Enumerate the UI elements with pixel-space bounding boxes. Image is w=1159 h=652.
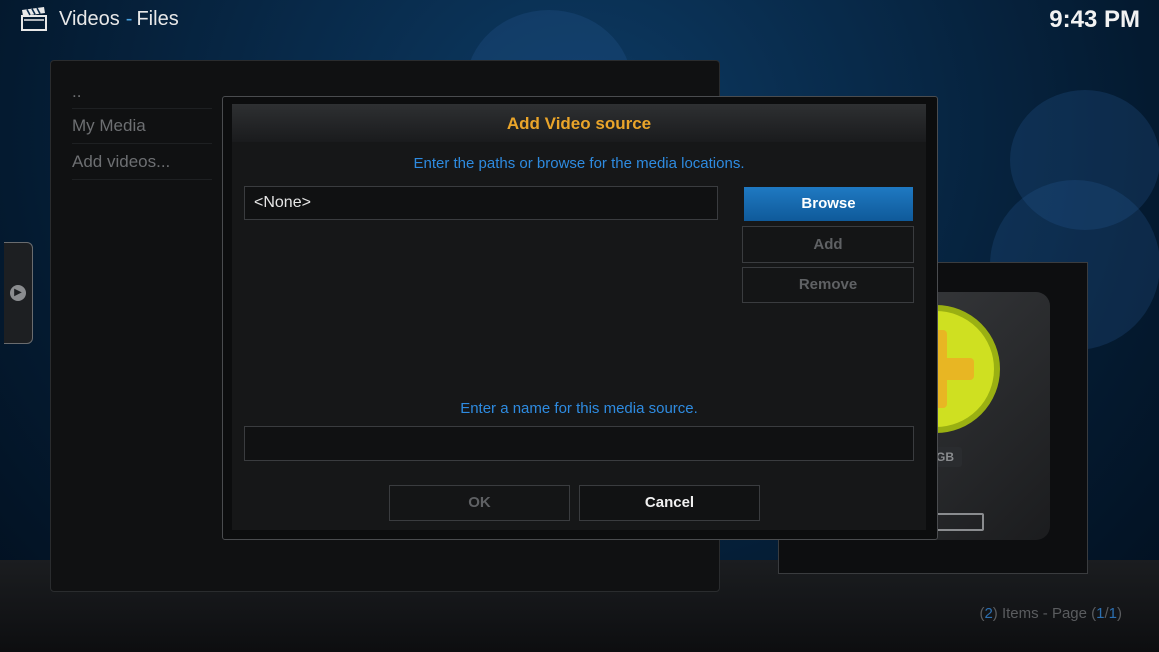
chevron-right-icon: ▶ bbox=[10, 285, 26, 301]
clapperboard-icon bbox=[21, 7, 47, 31]
ok-button[interactable]: OK bbox=[389, 485, 570, 521]
side-menu-tab[interactable]: ▶ bbox=[4, 242, 33, 344]
list-item-my-media[interactable]: My Media bbox=[72, 109, 212, 144]
items-page-info: (2) Items - Page (1/1) bbox=[979, 605, 1122, 622]
page-total: 1 bbox=[1108, 605, 1117, 622]
dialog-title: Add Video source bbox=[506, 114, 652, 133]
page-title: Videos - Files bbox=[59, 8, 179, 31]
list-item-parent[interactable]: .. bbox=[72, 74, 212, 109]
list-item-add-videos[interactable]: Add videos... bbox=[72, 145, 212, 180]
title-text: Videos bbox=[59, 8, 120, 30]
clock: 9:43 PM bbox=[1049, 6, 1140, 33]
browse-button[interactable]: Browse bbox=[744, 187, 913, 221]
add-button[interactable]: Add bbox=[742, 226, 914, 263]
source-name-input[interactable] bbox=[244, 426, 914, 461]
subtitle-text: Files bbox=[136, 8, 179, 30]
title-separator: - bbox=[125, 8, 133, 30]
remove-button[interactable]: Remove bbox=[742, 267, 914, 303]
path-instruction: Enter the paths or browse for the media … bbox=[413, 155, 745, 172]
name-instruction: Enter a name for this media source. bbox=[460, 400, 698, 417]
items-info-text: ) bbox=[1117, 605, 1122, 622]
source-path-field[interactable]: <None> bbox=[244, 186, 718, 220]
cancel-button[interactable]: Cancel bbox=[579, 485, 760, 521]
items-info-text: ) Items - Page ( bbox=[992, 605, 1097, 622]
item-count: 2 bbox=[984, 605, 993, 622]
